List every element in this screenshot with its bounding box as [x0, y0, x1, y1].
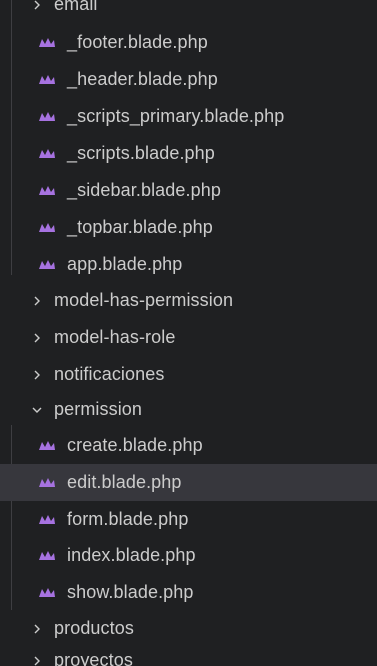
file-row-edit[interactable]: edit.blade.php — [0, 464, 377, 501]
file-row-index[interactable]: index.blade.php — [0, 537, 377, 574]
folder-row-model-has-permission[interactable]: model-has-permission — [0, 282, 377, 319]
file-row-header[interactable]: _header.blade.php — [0, 61, 377, 98]
chevron-right-icon — [28, 329, 46, 347]
file-row-footer[interactable]: _footer.blade.php — [0, 24, 377, 61]
file-label: show.blade.php — [67, 582, 194, 602]
folder-label: model-has-role — [54, 327, 176, 347]
file-label: _scripts_primary.blade.php — [67, 106, 285, 126]
folder-label: email — [54, 0, 98, 14]
file-label: _footer.blade.php — [67, 32, 208, 52]
blade-icon — [36, 147, 58, 161]
blade-icon — [36, 549, 58, 563]
file-label: form.blade.php — [67, 509, 189, 529]
file-label: _sidebar.blade.php — [67, 180, 221, 200]
file-row-topbar[interactable]: _topbar.blade.php — [0, 209, 377, 246]
blade-icon — [36, 476, 58, 490]
blade-icon — [36, 513, 58, 527]
folder-row-email[interactable]: email — [0, 0, 377, 23]
blade-icon — [36, 221, 58, 235]
chevron-right-icon — [28, 366, 46, 384]
chevron-right-icon — [28, 652, 46, 666]
file-label: _scripts.blade.php — [67, 143, 215, 163]
folder-row-model-has-role[interactable]: model-has-role — [0, 319, 377, 356]
blade-icon — [36, 184, 58, 198]
blade-icon — [36, 258, 58, 272]
file-row-sidebar[interactable]: _sidebar.blade.php — [0, 172, 377, 209]
file-row-show[interactable]: show.blade.php — [0, 574, 377, 611]
file-label: edit.blade.php — [67, 472, 182, 492]
folder-label: notificaciones — [54, 364, 165, 384]
file-label: index.blade.php — [67, 545, 196, 565]
file-row-scripts-primary[interactable]: _scripts_primary.blade.php — [0, 98, 377, 135]
file-label: _header.blade.php — [67, 69, 218, 89]
blade-icon — [36, 73, 58, 87]
blade-icon — [36, 439, 58, 453]
file-row-app[interactable]: app.blade.php — [0, 246, 377, 283]
chevron-down-icon — [28, 401, 46, 419]
blade-icon — [36, 110, 58, 124]
folder-row-permission[interactable]: permission — [0, 391, 377, 428]
file-label: app.blade.php — [67, 254, 183, 274]
file-row-form[interactable]: form.blade.php — [0, 501, 377, 538]
file-label: _topbar.blade.php — [67, 217, 213, 237]
file-row-scripts[interactable]: _scripts.blade.php — [0, 135, 377, 172]
folder-label: proyectos — [54, 650, 133, 666]
folder-row-notificaciones[interactable]: notificaciones — [0, 356, 377, 393]
chevron-right-icon — [28, 620, 46, 638]
folder-label: permission — [54, 399, 143, 419]
file-explorer-tree: email _footer.blade.php _header.blade.ph… — [0, 0, 377, 666]
chevron-right-icon — [28, 292, 46, 310]
file-label: create.blade.php — [67, 435, 203, 455]
blade-icon — [36, 586, 58, 600]
folder-label: model-has-permission — [54, 290, 234, 310]
file-row-create[interactable]: create.blade.php — [0, 427, 377, 464]
blade-icon — [36, 36, 58, 50]
folder-row-proyectos[interactable]: proyectos — [0, 642, 377, 666]
chevron-right-icon — [28, 0, 46, 14]
